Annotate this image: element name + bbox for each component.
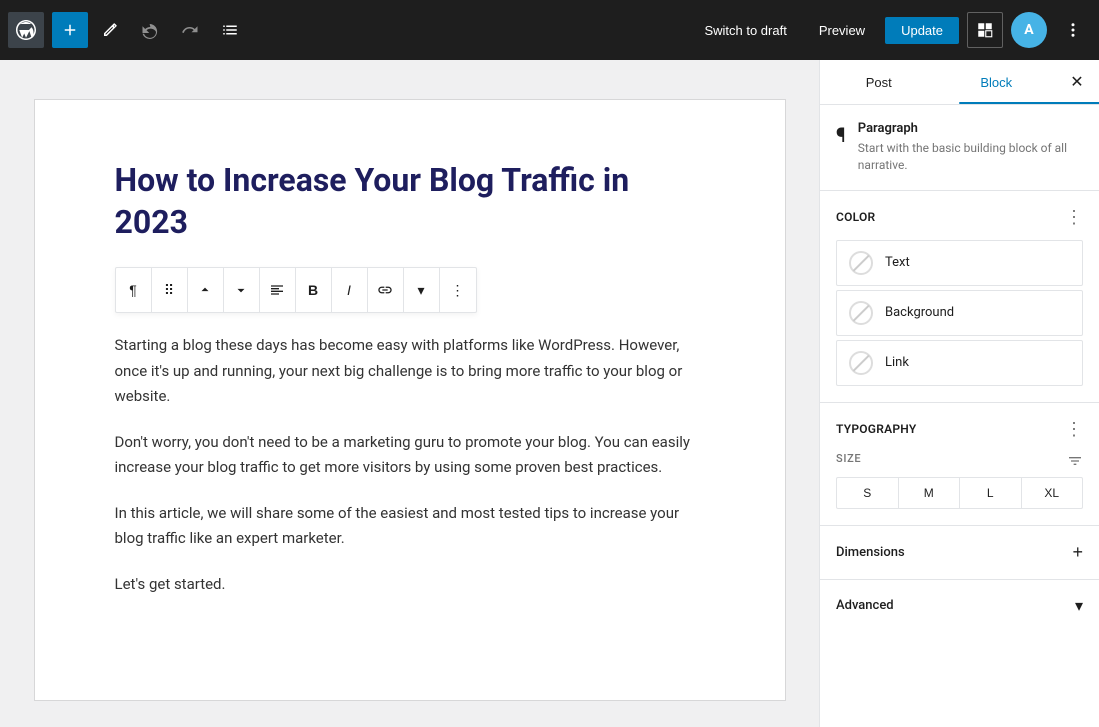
typography-section-title: Typography xyxy=(836,422,916,436)
move-down-button[interactable] xyxy=(224,268,260,312)
typography-section-header: Typography ⋮ xyxy=(836,419,1083,440)
italic-button[interactable]: I xyxy=(332,268,368,312)
more-rich-text-button[interactable]: ▾ xyxy=(404,268,440,312)
switch-draft-button[interactable]: Switch to draft xyxy=(692,17,798,44)
main-area: How to Increase Your Blog Traffic in 202… xyxy=(0,60,1099,727)
more-options-button[interactable] xyxy=(1055,12,1091,48)
color-option-link[interactable]: Link xyxy=(836,340,1083,386)
block-description: Start with the basic building block of a… xyxy=(858,140,1083,174)
paragraph-2[interactable]: Don't worry, you don't need to be a mark… xyxy=(115,430,705,481)
align-button[interactable] xyxy=(260,268,296,312)
color-section: Color ⋮ Text Background Link xyxy=(820,191,1099,403)
view-toggle-button[interactable] xyxy=(967,12,1003,48)
background-color-circle xyxy=(849,301,873,325)
background-color-label: Background xyxy=(885,305,954,320)
advanced-title: Advanced xyxy=(836,598,894,613)
toolbar-right: Switch to draft Preview Update A xyxy=(692,12,1091,48)
edit-mode-button[interactable] xyxy=(92,12,128,48)
size-label: SIZE xyxy=(836,452,861,465)
sidebar: Post Block ✕ ¶ Paragraph Start with the … xyxy=(819,60,1099,727)
typography-more-button[interactable]: ⋮ xyxy=(1065,419,1083,440)
dimensions-title: Dimensions xyxy=(836,545,905,560)
bold-button[interactable]: B xyxy=(296,268,332,312)
dimensions-section[interactable]: Dimensions + xyxy=(820,526,1099,580)
redo-button[interactable] xyxy=(172,12,208,48)
block-toolbar: ¶ ⠿ B I ▾ ⋮ xyxy=(115,267,477,313)
paragraph-icon: ¶ xyxy=(836,123,846,147)
update-button[interactable]: Update xyxy=(885,17,959,44)
wp-logo[interactable] xyxy=(8,12,44,48)
move-up-button[interactable] xyxy=(188,268,224,312)
color-options: Text Background Link xyxy=(836,240,1083,386)
text-color-circle xyxy=(849,251,873,275)
post-title[interactable]: How to Increase Your Blog Traffic in 202… xyxy=(115,160,705,243)
paragraph-3[interactable]: In this article, we will share some of t… xyxy=(115,501,705,552)
post-body: Starting a blog these days has become ea… xyxy=(115,333,705,597)
typography-section: Typography ⋮ SIZE S M L XL xyxy=(820,403,1099,526)
tab-block[interactable]: Block xyxy=(938,60,1056,104)
top-toolbar: Switch to draft Preview Update A xyxy=(0,0,1099,60)
size-option-s[interactable]: S xyxy=(837,478,899,508)
block-name: Paragraph xyxy=(858,121,1083,136)
size-controls: SIZE xyxy=(836,452,1083,473)
add-block-button[interactable] xyxy=(52,12,88,48)
color-section-title: Color xyxy=(836,210,875,224)
paragraph-4[interactable]: Let's get started. xyxy=(115,572,705,598)
size-filter-button[interactable] xyxy=(1067,453,1083,472)
size-option-xl[interactable]: XL xyxy=(1022,478,1083,508)
link-color-label: Link xyxy=(885,355,909,370)
list-view-button[interactable] xyxy=(212,12,248,48)
paragraph-1[interactable]: Starting a blog these days has become ea… xyxy=(115,333,705,410)
advanced-section[interactable]: Advanced ▾ xyxy=(820,580,1099,631)
preview-button[interactable]: Preview xyxy=(807,17,877,44)
color-section-header: Color ⋮ xyxy=(836,207,1083,228)
tab-post[interactable]: Post xyxy=(820,60,938,104)
text-color-label: Text xyxy=(885,255,910,270)
size-option-l[interactable]: L xyxy=(960,478,1022,508)
color-more-button[interactable]: ⋮ xyxy=(1065,207,1083,228)
astra-button[interactable]: A xyxy=(1011,12,1047,48)
paragraph-type-button[interactable]: ¶ xyxy=(116,268,152,312)
undo-button[interactable] xyxy=(132,12,168,48)
block-info: ¶ Paragraph Start with the basic buildin… xyxy=(820,105,1099,191)
color-option-background[interactable]: Background xyxy=(836,290,1083,336)
size-option-m[interactable]: M xyxy=(899,478,961,508)
drag-handle-button[interactable]: ⠿ xyxy=(152,268,188,312)
editor-area: How to Increase Your Blog Traffic in 202… xyxy=(0,60,819,727)
dimensions-add-button[interactable]: + xyxy=(1072,542,1083,563)
block-options-button[interactable]: ⋮ xyxy=(440,268,476,312)
editor-content: How to Increase Your Blog Traffic in 202… xyxy=(35,100,785,700)
link-color-circle xyxy=(849,351,873,375)
color-option-text[interactable]: Text xyxy=(836,240,1083,286)
size-options: S M L XL xyxy=(836,477,1083,509)
link-button[interactable] xyxy=(368,268,404,312)
sidebar-tabs: Post Block ✕ xyxy=(820,60,1099,105)
close-sidebar-button[interactable]: ✕ xyxy=(1055,60,1099,104)
advanced-chevron-icon: ▾ xyxy=(1075,596,1083,615)
